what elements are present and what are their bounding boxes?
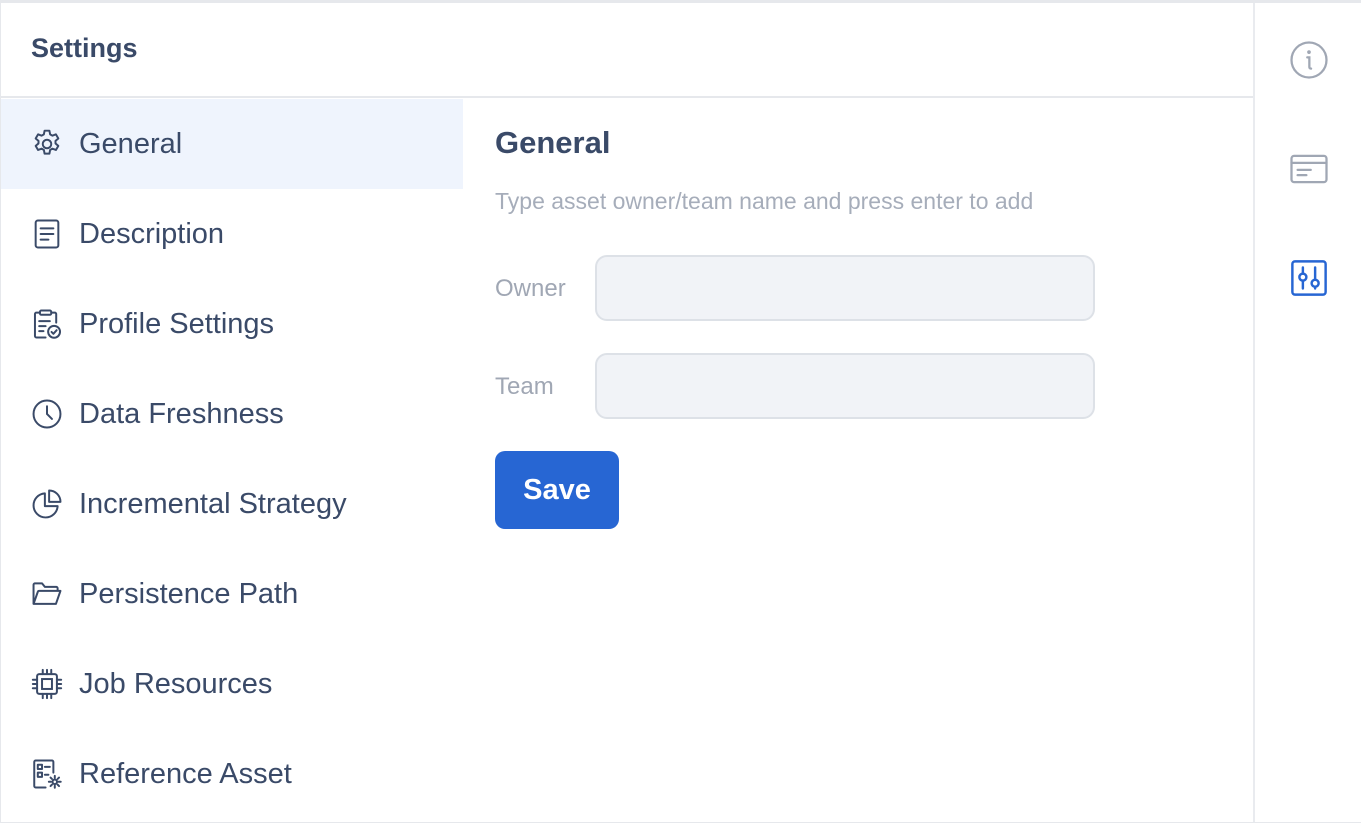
panel-title: Settings [31,33,138,63]
gear-icon [29,126,65,162]
file-settings-icon [29,756,65,792]
card-button[interactable] [1287,149,1331,193]
info-button[interactable] [1287,40,1331,84]
save-button[interactable]: Save [495,451,619,529]
sidebar-item-label: Description [79,217,225,250]
clock-icon [29,396,65,432]
owner-input[interactable] [595,255,1095,321]
sidebar-item-job-resources[interactable]: Job Resources [1,639,463,729]
general-settings-form: General Type asset owner/team name and p… [495,99,1235,799]
sidebar-item-label: Reference Asset [79,757,292,790]
sidebar-item-general[interactable]: General [1,99,463,189]
sidebar-item-description[interactable]: Description [1,189,463,279]
team-label: Team [495,373,554,400]
owner-label: Owner [495,275,566,302]
folder-open-icon [29,576,65,612]
clipboard-check-icon [29,306,65,342]
sliders-icon [1288,257,1330,304]
sidebar-item-label: General [79,127,183,160]
card-icon [1288,148,1330,195]
sidebar-item-label: Job Resources [79,667,273,700]
section-title: General [495,125,611,160]
right-icon-rail [1257,3,1361,822]
sidebar-item-incremental-strategy[interactable]: Incremental Strategy [1,459,463,549]
settings-sidebar: General Description Profile Settings Dat… [1,99,463,822]
sidebar-item-reference-asset[interactable]: Reference Asset [1,729,463,819]
sidebar-item-label: Incremental Strategy [79,487,347,520]
info-icon [1288,39,1330,86]
team-input[interactable] [595,353,1095,419]
settings-sliders-button[interactable] [1287,258,1331,302]
sidebar-item-persistence-path[interactable]: Persistence Path [1,549,463,639]
pie-chart-icon [29,486,65,522]
sidebar-item-profile-settings[interactable]: Profile Settings [1,279,463,369]
settings-panel: Settings General Description Profile Set… [1,3,1255,822]
sidebar-item-label: Data Freshness [79,397,284,430]
app-window: Settings General Description Profile Set… [0,0,1361,823]
cpu-chip-icon [29,666,65,702]
document-icon [29,216,65,252]
panel-header: Settings [1,3,1253,98]
hint-text: Type asset owner/team name and press ent… [495,188,1034,214]
sidebar-item-label: Persistence Path [79,577,299,610]
sidebar-item-label: Profile Settings [79,307,275,340]
sidebar-item-data-freshness[interactable]: Data Freshness [1,369,463,459]
